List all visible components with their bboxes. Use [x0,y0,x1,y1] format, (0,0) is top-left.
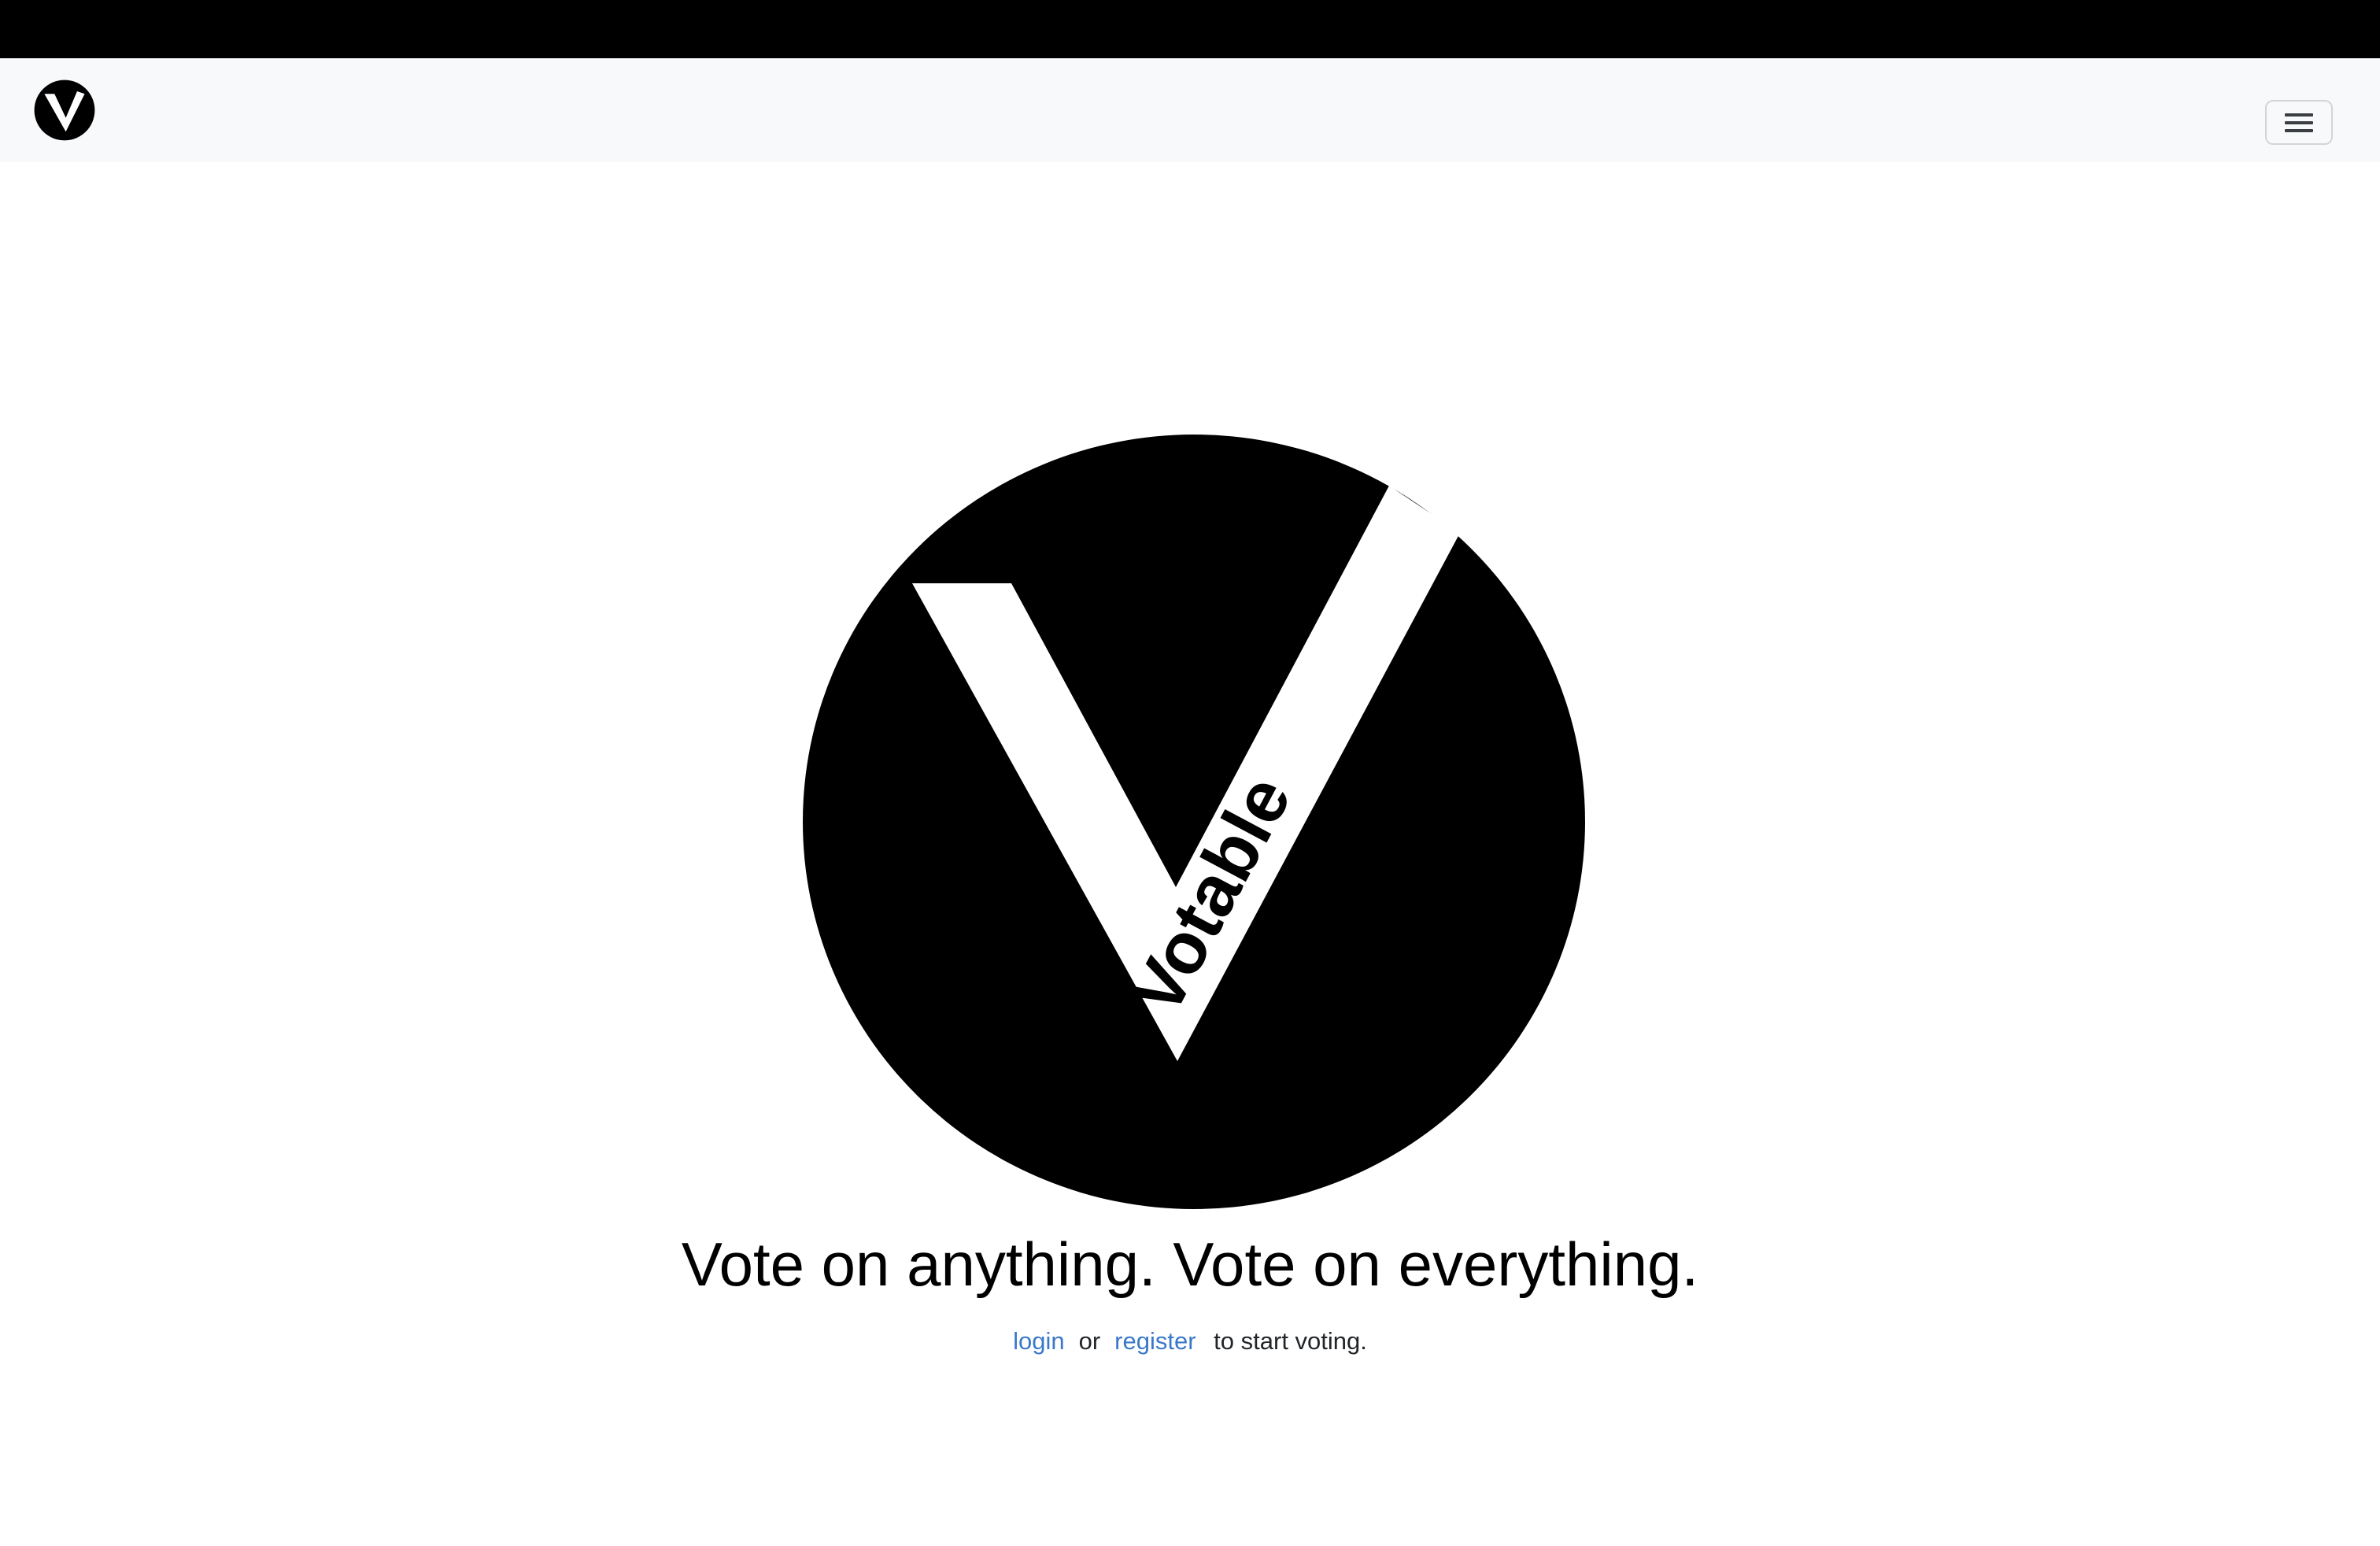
cta-suffix-text: to start voting. [1214,1327,1367,1355]
hero-headline: Vote on anything. Vote on everything. [681,1230,1699,1299]
votable-logo-icon: Votable [803,435,1585,1209]
register-link[interactable]: register [1114,1327,1196,1355]
brand-logo-link[interactable] [33,79,96,142]
top-black-bar [0,0,2380,58]
navbar [0,58,2380,162]
auth-call-to-action: login or register to start voting. [0,1324,2380,1359]
hamburger-menu-icon [2285,113,2313,132]
login-link[interactable]: login [1013,1327,1065,1355]
hero-logo: Votable [801,433,1587,1211]
or-text: or [1078,1327,1101,1355]
navbar-toggler-button[interactable] [2265,100,2333,145]
votable-v-logo-icon [34,80,95,141]
